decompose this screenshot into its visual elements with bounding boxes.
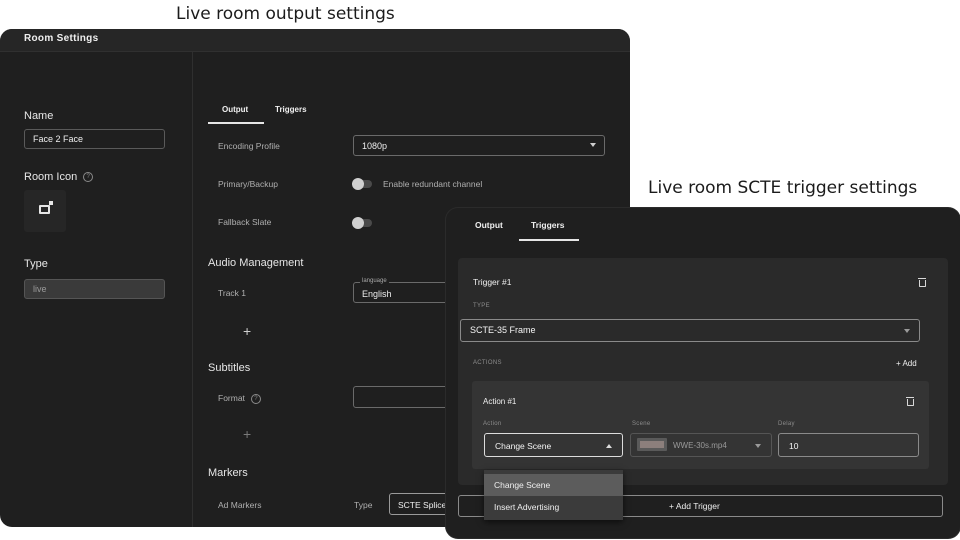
- encoding-profile-label: Encoding Profile: [218, 141, 280, 151]
- scene-select[interactable]: WWE-30s.mp4: [630, 433, 772, 457]
- action-value: Change Scene: [495, 441, 552, 451]
- encoding-profile-value: 1080p: [362, 141, 388, 151]
- title-bar: Room Settings: [0, 29, 630, 52]
- room-icon-text: Room Icon: [24, 171, 78, 183]
- action-field-label: Action: [483, 421, 502, 427]
- chevron-up-icon: [606, 444, 612, 448]
- redundant-toggle[interactable]: [352, 178, 372, 190]
- window-title: Room Settings: [24, 33, 99, 44]
- marker-type-label: Type: [354, 500, 373, 510]
- help-icon[interactable]: ?: [83, 172, 94, 183]
- actions-label: ACTIONS: [473, 360, 502, 366]
- caption-output-settings: Live room output settings: [176, 4, 395, 24]
- delete-trigger-icon[interactable]: [917, 278, 926, 287]
- help-icon[interactable]: ?: [250, 393, 261, 404]
- fallback-slate-label: Fallback Slate: [218, 217, 272, 227]
- track-label: Track 1: [218, 288, 247, 298]
- delay-field-label: Delay: [778, 421, 795, 427]
- add-action-button[interactable]: + Add: [896, 359, 917, 368]
- active-tab-indicator: [208, 122, 264, 124]
- chevron-down-icon: [755, 444, 761, 448]
- caption-scte-settings: Live room SCTE trigger settings: [648, 178, 918, 198]
- add-image-icon: [39, 201, 53, 214]
- delete-action-icon[interactable]: [905, 397, 914, 406]
- redundant-label: Enable redundant channel: [383, 179, 483, 189]
- delay-input[interactable]: 10: [778, 433, 919, 457]
- room-icon-label: Room Icon?: [24, 171, 94, 183]
- name-input[interactable]: Face 2 Face: [24, 129, 165, 149]
- room-sidebar: Name Face 2 Face Room Icon? Type live: [0, 52, 193, 527]
- trigger-title: Trigger #1: [473, 277, 512, 287]
- format-text: Format: [218, 393, 245, 403]
- encoding-profile-select[interactable]: 1080p: [353, 135, 605, 156]
- type-label: Type: [24, 258, 48, 270]
- language-value: English: [362, 289, 392, 299]
- trigger-settings-window: Output Triggers Trigger #1 TYPE SCTE-35 …: [446, 208, 960, 538]
- marker-type-value: SCTE Splice: [398, 500, 447, 510]
- tab-triggers[interactable]: Triggers: [531, 220, 565, 230]
- delay-value: 10: [789, 441, 799, 451]
- type-label: TYPE: [473, 303, 490, 309]
- action-select[interactable]: Change Scene: [484, 433, 623, 457]
- name-label: Name: [24, 110, 54, 122]
- tab-triggers[interactable]: Triggers: [275, 105, 307, 114]
- active-tab-indicator: [519, 239, 579, 241]
- trigger-type-value: SCTE-35 Frame: [470, 325, 536, 335]
- markers-section-title: Markers: [208, 467, 248, 479]
- add-track-button[interactable]: +: [243, 323, 251, 339]
- scene-field-label: Scene: [632, 421, 651, 427]
- room-icon-picker[interactable]: [24, 190, 66, 232]
- fallback-toggle[interactable]: [352, 217, 372, 229]
- trigger-type-select[interactable]: SCTE-35 Frame: [460, 319, 920, 342]
- primary-backup-label: Primary/Backup: [218, 179, 278, 189]
- scene-thumbnail: [637, 438, 667, 451]
- audio-section-title: Audio Management: [208, 257, 304, 269]
- action-title: Action #1: [483, 397, 517, 406]
- tab-output[interactable]: Output: [475, 220, 503, 230]
- subtitles-section-title: Subtitles: [208, 362, 251, 374]
- add-trigger-label: + Add Trigger: [669, 501, 720, 511]
- add-subtitle-button[interactable]: +: [243, 426, 251, 442]
- scene-value: WWE-30s.mp4: [673, 441, 727, 450]
- ad-markers-label: Ad Markers: [218, 500, 262, 510]
- type-input: live: [24, 279, 165, 299]
- chevron-down-icon: [590, 143, 596, 147]
- language-label: language: [360, 278, 389, 284]
- chevron-down-icon: [904, 329, 910, 333]
- tab-output[interactable]: Output: [222, 105, 248, 114]
- dropdown-option-change-scene[interactable]: Change Scene: [484, 474, 623, 496]
- format-label: Format?: [218, 393, 261, 404]
- action-dropdown-menu: Change Scene Insert Advertising: [484, 470, 623, 520]
- dropdown-option-insert-advertising[interactable]: Insert Advertising: [484, 496, 623, 518]
